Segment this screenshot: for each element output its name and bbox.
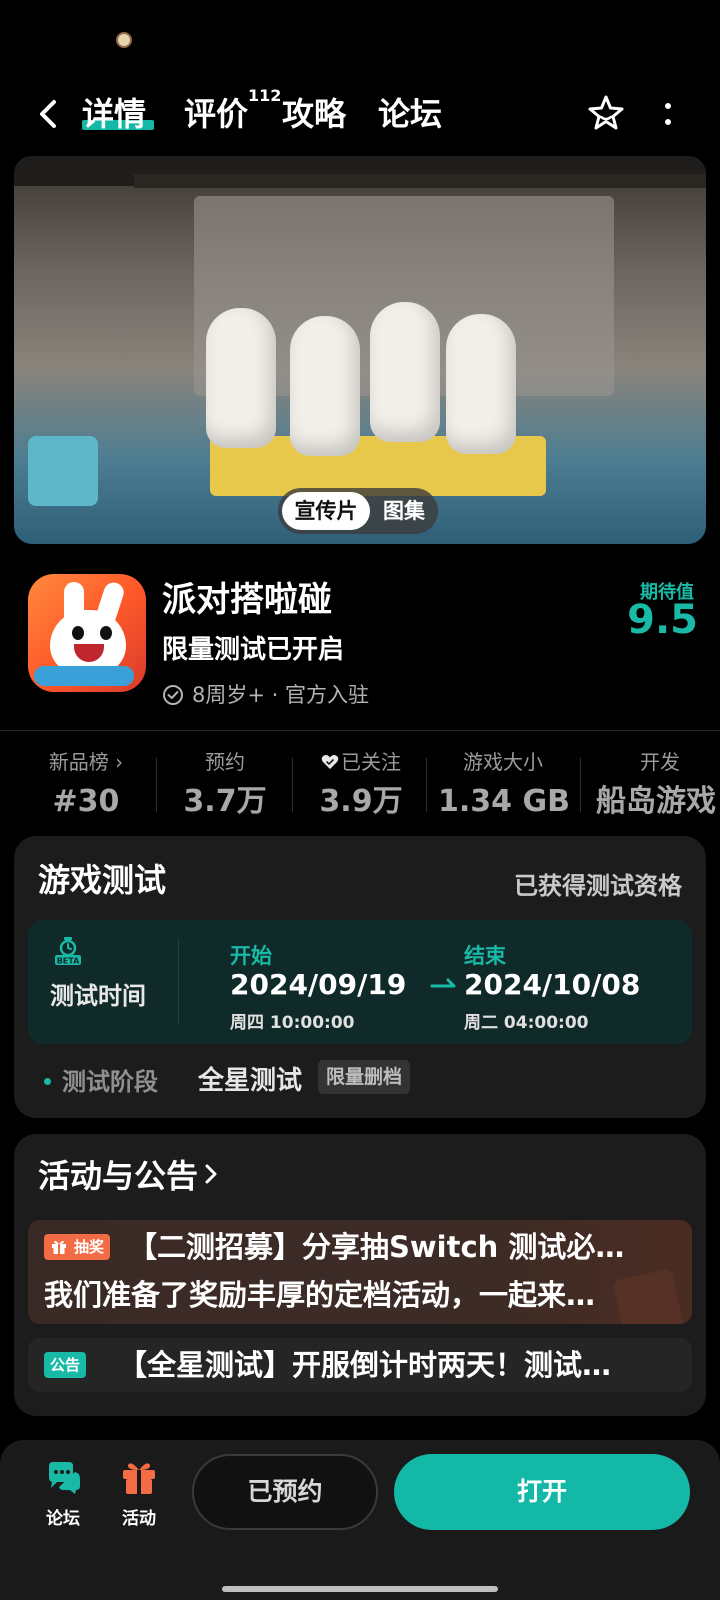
- stat-label-wrap: 已关注: [306, 748, 416, 776]
- stage-dot: [44, 1078, 51, 1085]
- stat-reservations: 预约 3.7万: [170, 748, 280, 824]
- test-stage-label: 测试阶段: [62, 1068, 158, 1096]
- game-test-card: 游戏测试 已获得测试资格 BETA 测试时间 开始 2024/09/19 周四 …: [14, 836, 706, 1118]
- heart-icon: [321, 755, 339, 769]
- tab-guides[interactable]: 攻略: [282, 90, 346, 138]
- app-icon-eye: [72, 626, 84, 640]
- divider: [0, 730, 720, 731]
- end-date: 2024/10/08: [464, 968, 641, 1001]
- game-test-title: 游戏测试: [38, 861, 167, 899]
- back-icon[interactable]: [32, 96, 68, 132]
- stat-size: 游戏大小 1.34 GB: [438, 748, 570, 824]
- activity-header[interactable]: 活动与公告: [38, 1154, 218, 1198]
- banner-shelf-2: [134, 174, 706, 188]
- stat-label: 预约: [205, 750, 245, 774]
- stat-label: 已关注: [341, 750, 401, 774]
- app-icon-face: [50, 610, 126, 674]
- stat-value: 3.7万: [183, 784, 267, 819]
- activity-title: 活动与公告: [38, 1157, 199, 1195]
- news-item[interactable]: 抽奖 【二测招募】分享抽Switch 测试必… 我们准备了奖励丰厚的定档活动，一…: [28, 1220, 692, 1324]
- tab-details[interactable]: 详情: [82, 90, 146, 138]
- bottom-action-bar: 论坛 活动 已预约 打开: [0, 1440, 720, 1600]
- stat-label: 开发: [640, 750, 680, 774]
- forum-label: 论坛: [46, 1509, 80, 1529]
- stat-divider: [580, 758, 581, 812]
- reserved-button[interactable]: 已预约: [192, 1454, 378, 1530]
- activity-card: 活动与公告 抽奖 【二测招募】分享抽Switch 测试必… 我们准备了奖励丰厚的…: [14, 1134, 706, 1416]
- stat-developer[interactable]: 开发 船岛游戏: [596, 748, 720, 824]
- media-tabs: 宣传片 图集: [278, 488, 438, 534]
- test-box-divider: [178, 938, 179, 1024]
- news-description: 我们准备了奖励丰厚的定档活动，一起来…: [44, 1278, 596, 1312]
- top-nav: 详情 评价 112 攻略 论坛: [0, 80, 720, 152]
- banner-figure: [290, 316, 360, 456]
- news-item[interactable]: 公告 【全星测试】开服倒计时两天！测试…: [28, 1338, 692, 1392]
- start-date: 2024/09/19: [230, 968, 407, 1001]
- tab-forum[interactable]: 论坛: [378, 90, 442, 138]
- home-indicator[interactable]: [222, 1586, 498, 1592]
- arrow-right-icon: [430, 978, 456, 988]
- stat-label: 游戏大小: [463, 750, 543, 774]
- expect-score: 9.5: [627, 597, 698, 643]
- stat-value: 3.9万: [319, 784, 403, 819]
- stat-new-rank[interactable]: 新品榜 › #30: [34, 748, 138, 824]
- stat-divider: [156, 758, 157, 812]
- test-stage-value: 全星测试: [198, 1066, 303, 1096]
- banner-figure: [206, 308, 276, 448]
- stat-divider: [292, 758, 293, 812]
- news-title: 【二测招募】分享抽Switch 测试必…: [128, 1230, 625, 1264]
- status-bar: [0, 0, 720, 80]
- test-time-label: 测试时间: [50, 982, 146, 1010]
- chevron-right-icon: [205, 1164, 217, 1184]
- beta-text: BETA: [57, 957, 80, 966]
- reviews-count: 112: [248, 86, 282, 105]
- notification-emoji-icon: [116, 32, 132, 48]
- banner-figure: [370, 302, 440, 442]
- stat-followers[interactable]: 已关注 3.9万: [306, 748, 416, 824]
- forum-button[interactable]: 论坛: [28, 1458, 98, 1529]
- end-time: 周二 04:00:00: [464, 1013, 589, 1033]
- lottery-badge: 抽奖: [44, 1234, 111, 1260]
- more-icon[interactable]: [656, 96, 680, 132]
- lottery-badge-label: 抽奖: [74, 1238, 105, 1256]
- stat-value: #30: [52, 784, 120, 819]
- app-icon: [28, 574, 146, 692]
- app-icon-board: [34, 666, 134, 686]
- start-label: 开始: [230, 944, 272, 968]
- test-stage-badge: 限量删档: [318, 1060, 411, 1094]
- stat-value: 船岛游戏: [596, 784, 716, 819]
- test-time-box: BETA 测试时间 开始 2024/09/19 周四 10:00:00 结束 2…: [28, 920, 692, 1044]
- app-title: 派对搭啦碰: [162, 580, 332, 620]
- stat-value: 1.34 GB: [438, 784, 570, 819]
- check-circle-icon: [163, 685, 183, 705]
- notice-badge: 公告: [44, 1352, 87, 1378]
- events-button[interactable]: 活动: [104, 1458, 174, 1529]
- app-icon-eye: [100, 626, 112, 640]
- media-tab-video[interactable]: 宣传片: [282, 492, 370, 530]
- stat-divider: [426, 758, 427, 812]
- banner-figure: [446, 314, 516, 454]
- events-label: 活动: [122, 1509, 156, 1529]
- news-title: 【全星测试】开服倒计时两天！测试…: [118, 1348, 612, 1382]
- app-subtitle: 限量测试已开启: [162, 635, 345, 665]
- test-qualification-status: 已获得测试资格: [514, 872, 682, 900]
- open-button[interactable]: 打开: [394, 1454, 690, 1530]
- start-time: 周四 10:00:00: [230, 1013, 355, 1033]
- stat-label: 新品榜 ›: [48, 750, 124, 774]
- beta-clock-icon: BETA: [55, 937, 81, 966]
- banner-jar: [28, 436, 98, 506]
- tab-reviews[interactable]: 评价: [184, 90, 248, 138]
- star-icon[interactable]: [584, 92, 628, 136]
- end-label: 结束: [464, 944, 506, 968]
- gift-icon: [52, 1240, 66, 1254]
- media-tab-gallery[interactable]: 图集: [376, 492, 432, 530]
- app-meta[interactable]: 8周岁+ · 官方入驻: [192, 680, 369, 710]
- gift-icon: [123, 1463, 155, 1494]
- forum-chat-icon: [49, 1462, 80, 1494]
- promo-banner[interactable]: 宣传片 图集: [14, 156, 706, 544]
